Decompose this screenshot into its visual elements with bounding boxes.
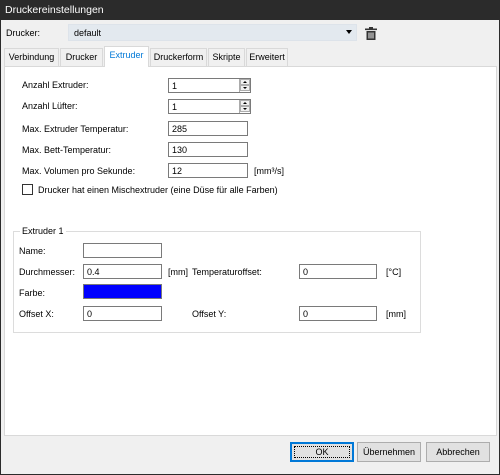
offset-y-label: Offset Y: <box>192 309 227 319</box>
tab-druckerform[interactable]: Druckerform <box>150 48 207 66</box>
tab-verbindung[interactable]: Verbindung <box>4 48 59 66</box>
offset-y-value: 0 <box>303 309 309 319</box>
offset-x-value: 0 <box>87 309 93 319</box>
cancel-button[interactable]: Abbrechen <box>426 442 490 462</box>
tab-extruder[interactable]: Extruder <box>104 46 149 67</box>
temp-offset-unit: [°C] <box>386 267 402 277</box>
arrow-down-icon[interactable] <box>240 85 250 91</box>
temp-offset-value: 0 <box>303 267 309 277</box>
max-extruder-temp-label: Max. Extruder Temperatur: <box>22 124 129 134</box>
extruder1-group-title: Extruder 1 <box>20 225 66 237</box>
offset-y-field[interactable]: 0 <box>299 306 377 321</box>
chevron-down-icon <box>346 30 352 34</box>
num-fans-spin[interactable] <box>239 100 250 113</box>
focus-rect <box>294 446 350 458</box>
max-bed-temp-label: Max. Bett-Temperatur: <box>22 145 112 155</box>
mixing-extruder-label: Drucker hat einen Mischextruder (eine Dü… <box>38 185 278 195</box>
temp-offset-field[interactable]: 0 <box>299 264 377 279</box>
color-label: Farbe: <box>19 288 46 298</box>
max-volume-value: 12 <box>172 166 183 176</box>
printer-dropdown-value: default <box>74 28 102 38</box>
tab-skripte[interactable]: Skripte <box>208 48 245 66</box>
extruder-name-field[interactable] <box>83 243 162 258</box>
window-title: Druckereinstellungen <box>0 0 500 20</box>
printer-dropdown[interactable]: default <box>68 24 357 41</box>
mixing-extruder-checkbox[interactable] <box>22 184 33 195</box>
max-bed-temp-field[interactable]: 130 <box>168 142 248 157</box>
trash-icon[interactable] <box>365 27 377 40</box>
offset-x-label: Offset X: <box>19 309 54 319</box>
extruder-tab-panel: Anzahl Extruder: 1 Anzahl Lüfter: 1 Max.… <box>4 66 497 436</box>
num-fans-value: 1 <box>172 102 178 112</box>
max-volume-unit: [mm³/s] <box>254 166 284 176</box>
num-extruders-stepper[interactable]: 1 <box>168 78 251 93</box>
num-extruders-value: 1 <box>172 81 178 91</box>
offset-y-unit: [mm] <box>386 309 406 319</box>
arrow-down-icon[interactable] <box>240 106 250 112</box>
diameter-label: Durchmesser: <box>19 267 76 277</box>
offset-x-field[interactable]: 0 <box>83 306 162 321</box>
num-fans-label: Anzahl Lüfter: <box>22 101 78 111</box>
max-bed-temp-value: 130 <box>172 145 188 155</box>
num-extruders-spin[interactable] <box>239 79 250 92</box>
ok-button[interactable]: OK <box>290 442 354 462</box>
apply-button[interactable]: Übernehmen <box>357 442 421 462</box>
num-fans-stepper[interactable]: 1 <box>168 99 251 114</box>
tab-drucker[interactable]: Drucker <box>60 48 103 66</box>
extruder-name-label: Name: <box>19 246 46 256</box>
max-extruder-temp-value: 285 <box>172 124 188 134</box>
max-extruder-temp-field[interactable]: 285 <box>168 121 248 136</box>
num-extruders-label: Anzahl Extruder: <box>22 80 89 90</box>
diameter-value: 0.4 <box>87 267 100 277</box>
diameter-unit: [mm] <box>168 267 188 277</box>
temp-offset-label: Temperaturoffset: <box>192 267 262 277</box>
max-volume-label: Max. Volumen pro Sekunde: <box>22 166 136 176</box>
diameter-field[interactable]: 0.4 <box>83 264 162 279</box>
tab-erweitert[interactable]: Erweitert <box>246 48 288 66</box>
printer-label: Drucker: <box>6 28 41 38</box>
extruder-color-swatch[interactable] <box>83 284 162 299</box>
dialog-body: Drucker: default Verbindung Drucker Extr… <box>0 20 500 475</box>
max-volume-field[interactable]: 12 <box>168 163 248 178</box>
